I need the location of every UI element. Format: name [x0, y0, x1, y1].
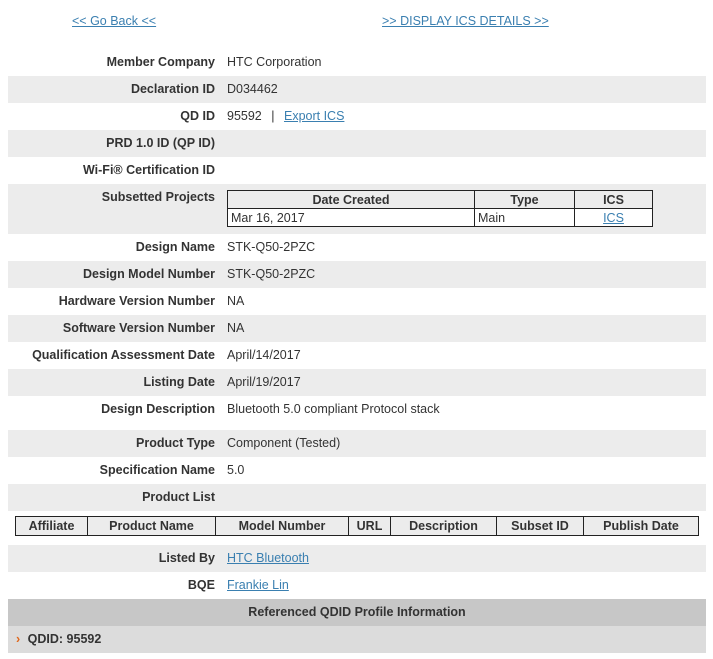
col-url: URL: [348, 516, 391, 536]
qd-id-value-cell: 95592 | Export ICS: [221, 103, 706, 130]
specification-name-label: Specification Name: [99, 463, 215, 477]
listed-by-row: Listed By HTC Bluetooth: [8, 545, 706, 572]
qualification-date-row: Qualification Assessment Date April/14/2…: [8, 342, 706, 369]
referenced-qdid-header: Referenced QDID Profile Information: [8, 599, 706, 626]
wifi-cert-label: Wi-Fi® Certification ID: [82, 163, 215, 177]
bqe-link[interactable]: Frankie Lin: [227, 578, 289, 592]
qdid-expander[interactable]: › QDID: 95592: [8, 626, 706, 653]
chevron-right-icon: ›: [16, 632, 21, 646]
declaration-detail: Member Company HTC Corporation Declarati…: [8, 49, 706, 653]
date-created-cell: Mar 16, 2017: [227, 208, 475, 227]
prd-id-value: [221, 130, 706, 157]
ics-link[interactable]: ICS: [603, 211, 624, 225]
member-company-value: HTC Corporation: [227, 55, 322, 69]
qd-id-value: 95592: [227, 109, 262, 123]
design-description-row: Design Description Bluetooth 5.0 complia…: [8, 396, 706, 430]
product-list-header-row: Affiliate Product Name Model Number URL …: [15, 516, 699, 536]
type-cell: Main: [474, 208, 575, 227]
qd-id-separator: |: [271, 109, 275, 123]
subsetted-projects-cell: Date Created Type ICS Mar 16, 2017 Main …: [221, 184, 706, 234]
listed-by-label: Listed By: [158, 551, 215, 565]
software-version-value: NA: [227, 321, 245, 335]
qualification-date-value: April/14/2017: [227, 348, 301, 362]
subsetted-projects-label: Subsetted Projects: [101, 190, 215, 204]
hardware-version-value: NA: [227, 294, 245, 308]
ics-cell: ICS: [574, 208, 653, 227]
table-row: Mar 16, 2017 Main ICS: [227, 208, 653, 227]
design-description-label: Design Description: [101, 402, 215, 416]
col-product-name: Product Name: [87, 516, 216, 536]
display-ics-details-link[interactable]: >> DISPLAY ICS DETAILS >>: [382, 14, 549, 28]
product-list-row: Product List: [8, 484, 706, 511]
design-name-value: STK-Q50-2PZC: [227, 240, 316, 254]
design-description-value: Bluetooth 5.0 compliant Protocol stack: [227, 402, 440, 416]
bqe-row: BQE Frankie Lin: [8, 572, 706, 599]
listed-by-link[interactable]: HTC Bluetooth: [227, 551, 309, 565]
qd-id-label: QD ID: [180, 109, 215, 123]
bqe-label: BQE: [187, 578, 215, 592]
product-type-label: Product Type: [136, 436, 215, 450]
col-date-created: Date Created: [227, 190, 475, 209]
prd-id-label: PRD 1.0 ID (QP ID): [106, 136, 215, 150]
qd-id-row: QD ID 95592 | Export ICS: [8, 103, 706, 130]
specification-name-value: 5.0: [227, 463, 245, 477]
product-type-value: Component (Tested): [227, 436, 341, 450]
design-name-row: Design Name STK-Q50-2PZC: [8, 234, 706, 261]
member-company-row: Member Company HTC Corporation: [8, 49, 706, 76]
subsetted-header-row: Date Created Type ICS: [227, 190, 653, 209]
software-version-row: Software Version Number NA: [8, 315, 706, 342]
listing-date-value: April/19/2017: [227, 375, 301, 389]
wifi-cert-row: Wi-Fi® Certification ID: [8, 157, 706, 184]
col-type: Type: [474, 190, 575, 209]
col-ics: ICS: [574, 190, 653, 209]
qualification-date-label: Qualification Assessment Date: [32, 348, 215, 362]
declaration-id-row: Declaration ID D034462: [8, 76, 706, 103]
specification-name-row: Specification Name 5.0: [8, 457, 706, 484]
wifi-cert-value: [221, 157, 706, 184]
product-type-row: Product Type Component (Tested): [8, 430, 706, 457]
col-subset-id: Subset ID: [496, 516, 584, 536]
listing-date-label: Listing Date: [143, 375, 215, 389]
col-affiliate: Affiliate: [15, 516, 88, 536]
product-list-table: Affiliate Product Name Model Number URL …: [15, 516, 699, 536]
top-navigation: << Go Back << >> DISPLAY ICS DETAILS >>: [0, 14, 713, 30]
member-company-label: Member Company: [106, 55, 215, 69]
design-model-row: Design Model Number STK-Q50-2PZC: [8, 261, 706, 288]
declaration-id-value: D034462: [227, 82, 278, 96]
hardware-version-label: Hardware Version Number: [58, 294, 215, 308]
design-model-value: STK-Q50-2PZC: [227, 267, 316, 281]
listing-date-row: Listing Date April/19/2017: [8, 369, 706, 396]
design-model-label: Design Model Number: [83, 267, 215, 281]
design-name-label: Design Name: [135, 240, 215, 254]
hardware-version-row: Hardware Version Number NA: [8, 288, 706, 315]
declaration-id-label: Declaration ID: [130, 82, 215, 96]
prd-id-row: PRD 1.0 ID (QP ID): [8, 130, 706, 157]
col-model-number: Model Number: [215, 516, 349, 536]
col-description: Description: [390, 516, 497, 536]
go-back-link[interactable]: << Go Back <<: [72, 14, 156, 28]
product-list-label: Product List: [142, 490, 215, 504]
subsetted-projects-row: Subsetted Projects Date Created Type ICS…: [8, 184, 706, 234]
col-publish-date: Publish Date: [583, 516, 699, 536]
software-version-label: Software Version Number: [62, 321, 215, 335]
qdid-label: QDID: 95592: [27, 632, 102, 646]
export-ics-link[interactable]: Export ICS: [284, 109, 344, 123]
product-list-table-container: Affiliate Product Name Model Number URL …: [8, 511, 706, 545]
subsetted-projects-table: Date Created Type ICS Mar 16, 2017 Main …: [227, 190, 653, 227]
